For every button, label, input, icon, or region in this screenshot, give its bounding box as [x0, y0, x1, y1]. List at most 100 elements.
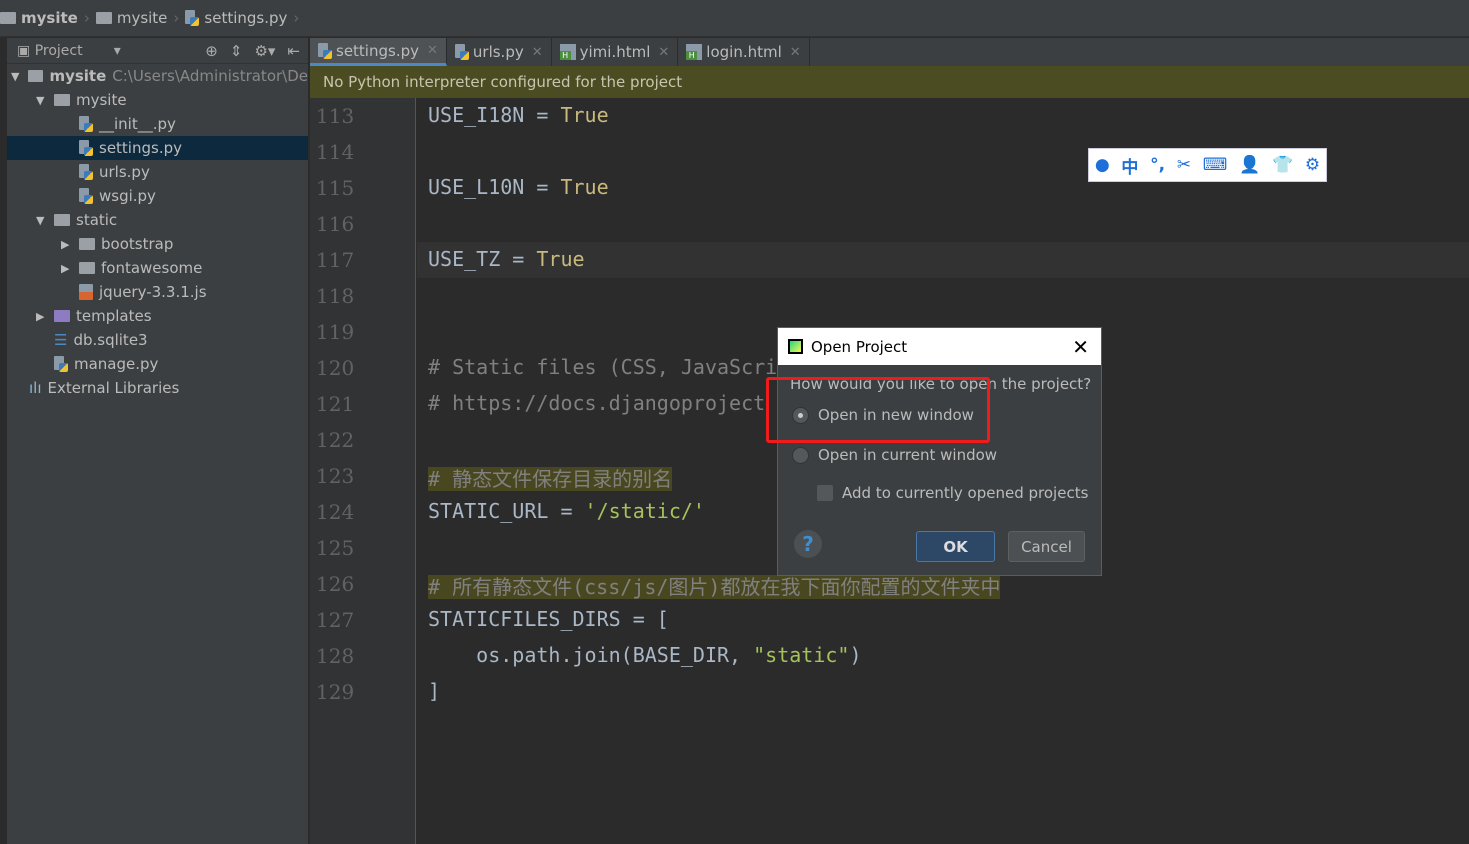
tree-item-label: __init__.py [99, 115, 176, 133]
tree-item[interactable]: ılı External Libraries [7, 376, 308, 400]
code-token: USE_TZ = [428, 247, 537, 271]
ime-6-icon[interactable]: 👕 [1272, 155, 1293, 175]
code-token: USE_I18N = [428, 103, 561, 127]
radio-icon[interactable] [792, 446, 809, 464]
line-number: 123 [316, 464, 355, 488]
tab-label: settings.py [336, 41, 419, 60]
ime-4-icon[interactable]: ⌨ [1203, 155, 1228, 175]
code-token: # 静态文件保存目录的别名 [428, 467, 673, 491]
folder-icon [79, 262, 95, 274]
tab-label: login.html [706, 43, 782, 61]
tree-item-label: wsgi.py [99, 187, 156, 205]
code-token: True [536, 247, 585, 271]
breadcrumb-project[interactable]: mysite [0, 9, 78, 27]
breadcrumb: mysite › mysite › settings.py › [0, 0, 1469, 37]
interpreter-warning-banner[interactable]: No Python interpreter configured for the… [310, 66, 1469, 98]
tree-item[interactable]: ▼ mysite C:\Users\Administrator\De [7, 64, 308, 88]
add-to-opened-checkbox[interactable]: Add to currently opened projects [817, 484, 1088, 502]
close-tab-icon[interactable]: ✕ [532, 45, 543, 60]
tree-item[interactable]: ▶ fontawesome [7, 256, 308, 280]
tab-label: urls.py [472, 43, 524, 61]
expanded-arrow-icon[interactable]: ▼ [11, 70, 22, 83]
line-number: 116 [316, 212, 355, 236]
breadcrumb-module[interactable]: mysite [95, 9, 167, 27]
help-button[interactable]: ? [794, 530, 822, 558]
code-token: "static" [753, 643, 850, 667]
code-token: os.path.join(BASE_DIR, [428, 643, 754, 667]
tree-item[interactable]: __init__.py [7, 112, 308, 136]
line-number: 125 [316, 536, 355, 560]
line-number: 114 [316, 140, 355, 164]
gear-icon[interactable]: ⚙▾ [254, 42, 275, 60]
line-number: 127 [316, 608, 355, 632]
line-number: 126 [316, 572, 355, 596]
tree-item-label: jquery-3.3.1.js [99, 283, 207, 301]
tab-settings-py[interactable]: settings.py ✕ [310, 38, 447, 66]
line-number: 118 [316, 284, 355, 308]
ime-3-icon[interactable]: ✂ [1177, 155, 1191, 175]
tree-item[interactable]: urls.py [7, 160, 308, 184]
expanded-arrow-icon[interactable]: ▼ [36, 94, 48, 107]
folder-icon [28, 70, 44, 82]
python-file-icon [318, 42, 332, 59]
line-number: 117 [316, 248, 355, 272]
collapsed-arrow-icon[interactable]: ▶ [61, 238, 73, 251]
tab-yimi-html[interactable]: yimi.html ✕ [552, 38, 679, 66]
tree-item[interactable]: ▼ mysite [7, 88, 308, 112]
code-line: STATIC_URL = '/static/' [428, 499, 705, 523]
cancel-button[interactable]: Cancel [1008, 531, 1085, 562]
ok-button[interactable]: OK [916, 531, 995, 562]
collapsed-arrow-icon[interactable]: ▶ [36, 310, 48, 323]
tree-item[interactable]: settings.py [7, 136, 308, 160]
tree-item[interactable]: manage.py [7, 352, 308, 376]
tree-item[interactable]: wsgi.py [7, 184, 308, 208]
python-file-icon [185, 10, 200, 26]
ime-7-icon[interactable]: ⚙ [1305, 155, 1320, 175]
code-token: # https://docs.djangoproject [428, 391, 766, 415]
close-tab-icon[interactable]: ✕ [658, 45, 669, 60]
tree-item-label: fontawesome [101, 259, 203, 277]
html-file-icon [686, 44, 703, 60]
python-file-icon [454, 44, 469, 60]
library-icon: ılı [29, 379, 42, 397]
tree-item-label: mysite [76, 91, 127, 109]
ime-0-icon[interactable]: ● [1095, 155, 1110, 175]
collapsed-arrow-icon[interactable]: ▶ [61, 262, 73, 275]
project-tree: ▼ mysite C:\Users\Administrator\De ▼ mysite _… [7, 64, 308, 400]
line-number: 122 [316, 428, 355, 452]
close-tab-icon[interactable]: ✕ [790, 45, 801, 60]
code-token: # 所有静态文件(css/js/图片)都放在我下面你配置的文件夹中 [428, 575, 1001, 599]
tab-label: yimi.html [579, 43, 651, 61]
tree-item[interactable]: ▼ static [7, 208, 308, 232]
project-panel: ▣ Project ▾ ⊕ ⇕ ⚙▾ ⇤ ▼ mysite C:\Users\Adm… [7, 38, 309, 844]
pycharm-icon [788, 339, 803, 354]
line-number: 115 [316, 176, 355, 200]
tree-item[interactable]: ▶ templates [7, 304, 308, 328]
tree-item[interactable]: ▶ bootstrap [7, 232, 308, 256]
open-current-window-radio[interactable]: Open in current window [792, 446, 997, 464]
tab-urls-py[interactable]: urls.py ✕ [447, 38, 552, 66]
breadcrumb-file[interactable]: settings.py [185, 9, 287, 27]
tree-item[interactable]: ☰ db.sqlite3 [7, 328, 308, 352]
folder-icon [95, 12, 112, 24]
tree-item[interactable]: jquery-3.3.1.js [7, 280, 308, 304]
tree-item-label: bootstrap [101, 235, 174, 253]
folder-icon [0, 12, 16, 24]
collapse-all-icon[interactable]: ⇕ [230, 42, 243, 60]
checkbox-icon[interactable] [817, 485, 833, 501]
close-tab-icon[interactable]: ✕ [427, 43, 438, 58]
ime-5-icon[interactable]: 👤 [1239, 155, 1260, 175]
close-icon[interactable]: ✕ [1072, 335, 1089, 359]
hide-panel-icon[interactable]: ⇤ [287, 42, 300, 60]
expanded-arrow-icon[interactable]: ▼ [36, 214, 48, 227]
ime-2-icon[interactable]: °, [1150, 155, 1165, 175]
code-token: USE_L10N = [428, 175, 561, 199]
dialog-titlebar: Open Project ✕ [778, 328, 1101, 365]
js-file-icon [79, 284, 93, 300]
database-icon: ☰ [54, 331, 68, 349]
tab-login-html[interactable]: login.html ✕ [678, 38, 810, 66]
ime-1-icon[interactable]: 中 [1121, 153, 1138, 178]
project-view-selector[interactable]: ▣ Project ▾ [17, 43, 121, 59]
code-line: # 静态文件保存目录的别名 [428, 463, 673, 492]
locate-icon[interactable]: ⊕ [205, 42, 218, 60]
